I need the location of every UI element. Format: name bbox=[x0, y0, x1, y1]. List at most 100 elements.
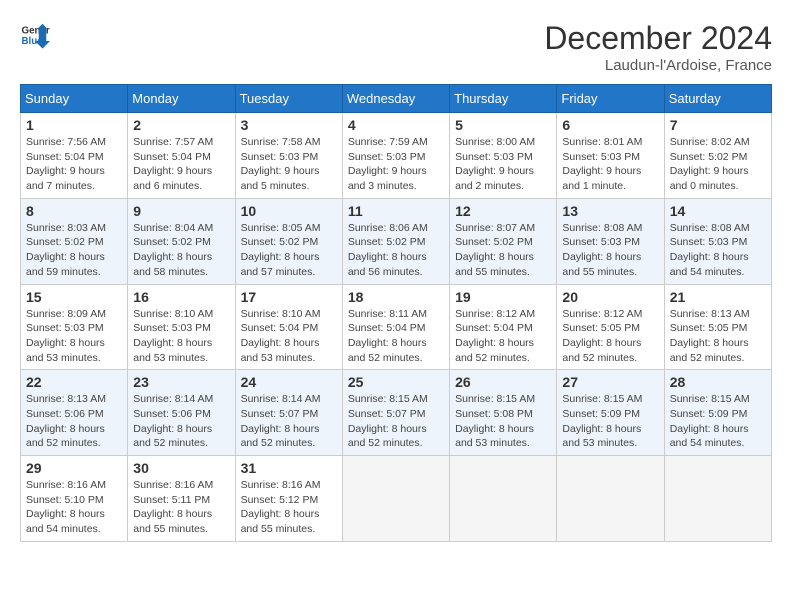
day-number: 27 bbox=[562, 374, 658, 390]
calendar-day-cell: 19 Sunrise: 8:12 AMSunset: 5:04 PMDaylig… bbox=[450, 284, 557, 370]
calendar-day-cell: 22 Sunrise: 8:13 AMSunset: 5:06 PMDaylig… bbox=[21, 370, 128, 456]
day-number: 12 bbox=[455, 203, 551, 219]
day-number: 1 bbox=[26, 117, 122, 133]
day-number: 26 bbox=[455, 374, 551, 390]
weekday-header-row: SundayMondayTuesdayWednesdayThursdayFrid… bbox=[21, 85, 772, 113]
weekday-header: Friday bbox=[557, 85, 664, 113]
day-detail: Sunrise: 8:11 AMSunset: 5:04 PMDaylight:… bbox=[348, 308, 427, 364]
calendar-day-cell: 13 Sunrise: 8:08 AMSunset: 5:03 PMDaylig… bbox=[557, 198, 664, 284]
calendar-day-cell: 30 Sunrise: 8:16 AMSunset: 5:11 PMDaylig… bbox=[128, 456, 235, 542]
calendar-day-cell: 15 Sunrise: 8:09 AMSunset: 5:03 PMDaylig… bbox=[21, 284, 128, 370]
calendar-day-cell: 21 Sunrise: 8:13 AMSunset: 5:05 PMDaylig… bbox=[664, 284, 771, 370]
day-number: 10 bbox=[241, 203, 337, 219]
day-number: 9 bbox=[133, 203, 229, 219]
day-detail: Sunrise: 8:00 AMSunset: 5:03 PMDaylight:… bbox=[455, 136, 535, 192]
calendar-week-row: 1 Sunrise: 7:56 AMSunset: 5:04 PMDayligh… bbox=[21, 113, 772, 199]
day-number: 14 bbox=[670, 203, 766, 219]
day-detail: Sunrise: 8:01 AMSunset: 5:03 PMDaylight:… bbox=[562, 136, 642, 192]
day-detail: Sunrise: 7:57 AMSunset: 5:04 PMDaylight:… bbox=[133, 136, 213, 192]
day-detail: Sunrise: 8:06 AMSunset: 5:02 PMDaylight:… bbox=[348, 222, 428, 278]
calendar-day-cell: 18 Sunrise: 8:11 AMSunset: 5:04 PMDaylig… bbox=[342, 284, 449, 370]
weekday-header: Monday bbox=[128, 85, 235, 113]
day-detail: Sunrise: 8:16 AMSunset: 5:11 PMDaylight:… bbox=[133, 479, 213, 535]
day-detail: Sunrise: 8:10 AMSunset: 5:04 PMDaylight:… bbox=[241, 308, 321, 364]
day-number: 8 bbox=[26, 203, 122, 219]
weekday-header: Tuesday bbox=[235, 85, 342, 113]
calendar-day-cell: 6 Sunrise: 8:01 AMSunset: 5:03 PMDayligh… bbox=[557, 113, 664, 199]
day-number: 2 bbox=[133, 117, 229, 133]
day-number: 25 bbox=[348, 374, 444, 390]
logo-icon: General Blue bbox=[20, 20, 50, 50]
day-number: 20 bbox=[562, 289, 658, 305]
calendar-day-cell bbox=[664, 456, 771, 542]
day-detail: Sunrise: 8:13 AMSunset: 5:06 PMDaylight:… bbox=[26, 393, 106, 449]
day-number: 31 bbox=[241, 460, 337, 476]
calendar-day-cell: 9 Sunrise: 8:04 AMSunset: 5:02 PMDayligh… bbox=[128, 198, 235, 284]
day-detail: Sunrise: 8:16 AMSunset: 5:12 PMDaylight:… bbox=[241, 479, 321, 535]
day-detail: Sunrise: 8:15 AMSunset: 5:09 PMDaylight:… bbox=[562, 393, 642, 449]
day-number: 19 bbox=[455, 289, 551, 305]
weekday-header: Wednesday bbox=[342, 85, 449, 113]
day-number: 30 bbox=[133, 460, 229, 476]
day-number: 22 bbox=[26, 374, 122, 390]
calendar-day-cell: 7 Sunrise: 8:02 AMSunset: 5:02 PMDayligh… bbox=[664, 113, 771, 199]
calendar-day-cell: 28 Sunrise: 8:15 AMSunset: 5:09 PMDaylig… bbox=[664, 370, 771, 456]
calendar-day-cell: 23 Sunrise: 8:14 AMSunset: 5:06 PMDaylig… bbox=[128, 370, 235, 456]
calendar-day-cell: 2 Sunrise: 7:57 AMSunset: 5:04 PMDayligh… bbox=[128, 113, 235, 199]
day-number: 28 bbox=[670, 374, 766, 390]
calendar-table: SundayMondayTuesdayWednesdayThursdayFrid… bbox=[20, 84, 772, 542]
calendar-day-cell: 10 Sunrise: 8:05 AMSunset: 5:02 PMDaylig… bbox=[235, 198, 342, 284]
calendar-day-cell: 5 Sunrise: 8:00 AMSunset: 5:03 PMDayligh… bbox=[450, 113, 557, 199]
calendar-day-cell bbox=[557, 456, 664, 542]
calendar-day-cell: 24 Sunrise: 8:14 AMSunset: 5:07 PMDaylig… bbox=[235, 370, 342, 456]
day-number: 7 bbox=[670, 117, 766, 133]
day-detail: Sunrise: 8:08 AMSunset: 5:03 PMDaylight:… bbox=[670, 222, 750, 278]
day-number: 21 bbox=[670, 289, 766, 305]
day-number: 5 bbox=[455, 117, 551, 133]
day-detail: Sunrise: 8:12 AMSunset: 5:04 PMDaylight:… bbox=[455, 308, 535, 364]
day-detail: Sunrise: 8:14 AMSunset: 5:07 PMDaylight:… bbox=[241, 393, 321, 449]
page-header: General Blue December 2024 Laudun-l'Ardo… bbox=[20, 20, 772, 74]
day-number: 23 bbox=[133, 374, 229, 390]
calendar-week-row: 8 Sunrise: 8:03 AMSunset: 5:02 PMDayligh… bbox=[21, 198, 772, 284]
day-detail: Sunrise: 7:58 AMSunset: 5:03 PMDaylight:… bbox=[241, 136, 321, 192]
day-number: 11 bbox=[348, 203, 444, 219]
calendar-day-cell: 25 Sunrise: 8:15 AMSunset: 5:07 PMDaylig… bbox=[342, 370, 449, 456]
day-detail: Sunrise: 8:09 AMSunset: 5:03 PMDaylight:… bbox=[26, 308, 106, 364]
day-number: 18 bbox=[348, 289, 444, 305]
day-number: 17 bbox=[241, 289, 337, 305]
day-detail: Sunrise: 8:15 AMSunset: 5:07 PMDaylight:… bbox=[348, 393, 428, 449]
calendar-day-cell bbox=[450, 456, 557, 542]
calendar-day-cell: 27 Sunrise: 8:15 AMSunset: 5:09 PMDaylig… bbox=[557, 370, 664, 456]
title-block: December 2024 Laudun-l'Ardoise, France bbox=[544, 20, 772, 74]
calendar-day-cell: 1 Sunrise: 7:56 AMSunset: 5:04 PMDayligh… bbox=[21, 113, 128, 199]
calendar-day-cell bbox=[342, 456, 449, 542]
day-detail: Sunrise: 8:07 AMSunset: 5:02 PMDaylight:… bbox=[455, 222, 535, 278]
day-detail: Sunrise: 7:56 AMSunset: 5:04 PMDaylight:… bbox=[26, 136, 106, 192]
calendar-day-cell: 14 Sunrise: 8:08 AMSunset: 5:03 PMDaylig… bbox=[664, 198, 771, 284]
calendar-day-cell: 12 Sunrise: 8:07 AMSunset: 5:02 PMDaylig… bbox=[450, 198, 557, 284]
calendar-day-cell: 31 Sunrise: 8:16 AMSunset: 5:12 PMDaylig… bbox=[235, 456, 342, 542]
calendar-day-cell: 26 Sunrise: 8:15 AMSunset: 5:08 PMDaylig… bbox=[450, 370, 557, 456]
day-detail: Sunrise: 8:03 AMSunset: 5:02 PMDaylight:… bbox=[26, 222, 106, 278]
day-detail: Sunrise: 8:14 AMSunset: 5:06 PMDaylight:… bbox=[133, 393, 213, 449]
day-number: 3 bbox=[241, 117, 337, 133]
day-detail: Sunrise: 8:13 AMSunset: 5:05 PMDaylight:… bbox=[670, 308, 750, 364]
day-detail: Sunrise: 8:08 AMSunset: 5:03 PMDaylight:… bbox=[562, 222, 642, 278]
day-number: 29 bbox=[26, 460, 122, 476]
calendar-day-cell: 17 Sunrise: 8:10 AMSunset: 5:04 PMDaylig… bbox=[235, 284, 342, 370]
day-detail: Sunrise: 8:05 AMSunset: 5:02 PMDaylight:… bbox=[241, 222, 321, 278]
day-number: 15 bbox=[26, 289, 122, 305]
day-detail: Sunrise: 8:04 AMSunset: 5:02 PMDaylight:… bbox=[133, 222, 213, 278]
calendar-day-cell: 3 Sunrise: 7:58 AMSunset: 5:03 PMDayligh… bbox=[235, 113, 342, 199]
weekday-header: Saturday bbox=[664, 85, 771, 113]
day-detail: Sunrise: 8:15 AMSunset: 5:08 PMDaylight:… bbox=[455, 393, 535, 449]
day-detail: Sunrise: 8:10 AMSunset: 5:03 PMDaylight:… bbox=[133, 308, 213, 364]
day-detail: Sunrise: 8:15 AMSunset: 5:09 PMDaylight:… bbox=[670, 393, 750, 449]
calendar-week-row: 15 Sunrise: 8:09 AMSunset: 5:03 PMDaylig… bbox=[21, 284, 772, 370]
weekday-header: Sunday bbox=[21, 85, 128, 113]
day-number: 4 bbox=[348, 117, 444, 133]
logo: General Blue bbox=[20, 20, 50, 50]
day-detail: Sunrise: 8:12 AMSunset: 5:05 PMDaylight:… bbox=[562, 308, 642, 364]
day-number: 24 bbox=[241, 374, 337, 390]
